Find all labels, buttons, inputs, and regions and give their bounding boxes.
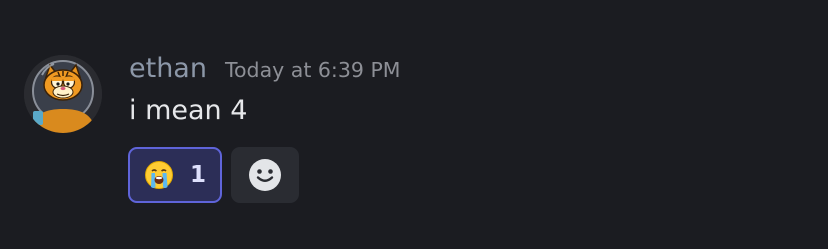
avatar[interactable] — [24, 55, 102, 133]
reaction-count: 1 — [189, 162, 206, 188]
smiley-face-icon — [249, 159, 281, 191]
loudly-crying-face-icon — [144, 161, 173, 189]
garfield-astronaut-icon — [24, 55, 102, 133]
reactions-bar: 1 — [128, 147, 299, 203]
add-reaction-button[interactable] — [231, 147, 299, 203]
chat-message: ethan Today at 6:39 PM i mean 4 1 — [0, 0, 828, 249]
timestamp[interactable]: Today at 6:39 PM — [225, 52, 401, 88]
message-content: i mean 4 — [129, 95, 248, 126]
username[interactable]: ethan — [129, 51, 207, 87]
reaction-loudly-crying[interactable]: 1 — [128, 147, 222, 203]
message-header: ethan Today at 6:39 PM — [129, 51, 401, 87]
